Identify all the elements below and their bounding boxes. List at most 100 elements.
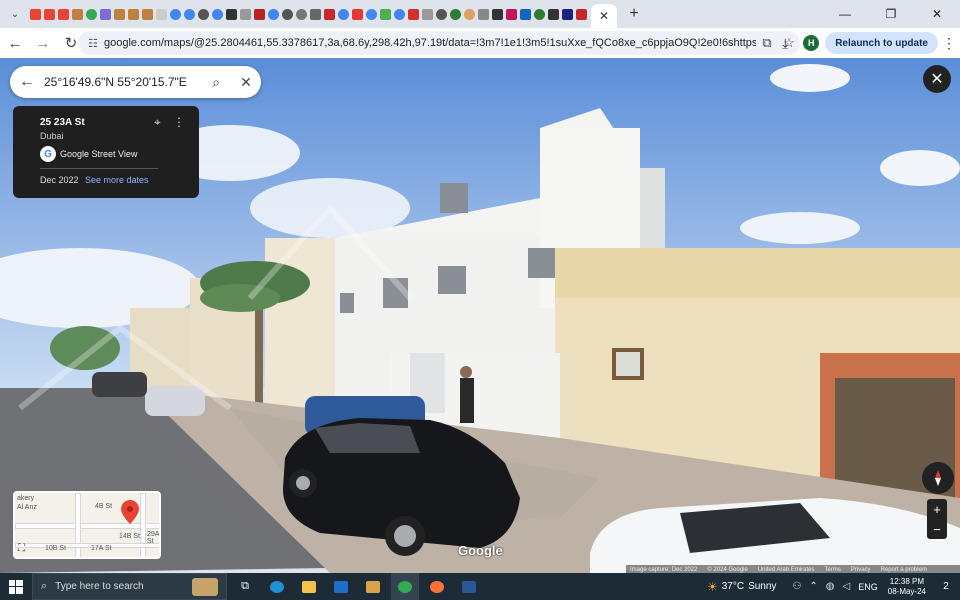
taskbar-search-placeholder[interactable]: Type here to search	[55, 581, 143, 592]
tab-close-icon[interactable]: ✕	[599, 9, 609, 23]
country-link[interactable]: United Arab Emirates	[758, 567, 815, 573]
google-tab-icon[interactable]	[394, 8, 405, 20]
see-more-dates-link[interactable]: See more dates	[85, 175, 149, 185]
media-player-icon[interactable]	[359, 573, 387, 600]
task-view-icon[interactable]: ⧉	[231, 573, 259, 600]
site-tab-icon[interactable]	[198, 8, 209, 20]
site-tab-icon[interactable]	[86, 8, 97, 20]
notification-count: 2	[943, 581, 949, 592]
privacy-link[interactable]: Privacy	[851, 567, 871, 573]
window-close-icon[interactable]: ✕	[914, 0, 960, 28]
people-icon[interactable]: ⚇	[792, 581, 801, 592]
site-settings-icon[interactable]: ☷	[82, 32, 104, 54]
file-explorer-icon[interactable]	[295, 573, 323, 600]
report-problem-link[interactable]: Report a problem	[881, 567, 927, 573]
clock[interactable]: 12:38 PM 08-May-24	[888, 577, 926, 597]
google-tab-icon[interactable]	[184, 8, 195, 20]
mail-icon[interactable]	[327, 573, 355, 600]
address-bar[interactable]: ☷ google.com/maps/@25.2804461,55.3378617…	[78, 31, 800, 55]
site-tab-icon[interactable]	[310, 8, 321, 20]
google-watermark: Google	[458, 543, 503, 558]
google-tab-icon[interactable]	[338, 8, 349, 20]
search-input[interactable]: 25°16'49.6"N 55°20'15.7"E	[44, 75, 201, 89]
weather-widget[interactable]: ☀ 37°C Sunny	[707, 580, 776, 594]
restore-icon[interactable]: ❐	[868, 0, 914, 28]
url-text[interactable]: google.com/maps/@25.2804461,55.3378617,3…	[104, 37, 756, 49]
google-tab-icon[interactable]	[268, 8, 279, 20]
forward-arrow-icon[interactable]: →	[30, 30, 56, 56]
site-tab-icon[interactable]	[534, 8, 545, 20]
word-icon[interactable]	[455, 573, 483, 600]
network-icon[interactable]: ◍	[826, 581, 835, 592]
site-tab-icon[interactable]	[422, 8, 433, 20]
zoom-out-icon[interactable]: −	[927, 519, 947, 539]
back-arrow-icon[interactable]: ←	[2, 30, 28, 56]
gmail-tab-icon[interactable]	[58, 8, 69, 20]
gmail-tab-icon[interactable]	[44, 8, 55, 20]
site-tab-icon[interactable]	[72, 8, 83, 20]
search-icon[interactable]: ⌕	[201, 66, 231, 98]
location-pin-icon[interactable]: ⌖	[154, 115, 168, 131]
site-tab-icon[interactable]	[520, 8, 531, 20]
edge-icon[interactable]	[263, 573, 291, 600]
terms-link[interactable]: Terms	[825, 567, 841, 573]
site-tab-icon[interactable]	[324, 8, 335, 20]
provider-label: Google Street View	[60, 149, 138, 159]
chrome-icon[interactable]	[391, 573, 419, 600]
back-arrow-icon[interactable]: ←	[10, 66, 44, 98]
site-tab-icon[interactable]	[380, 8, 391, 20]
site-tab-icon[interactable]	[114, 8, 125, 20]
site-tab-icon[interactable]	[506, 8, 517, 20]
site-tab-icon[interactable]	[226, 8, 237, 20]
site-tab-icon[interactable]	[296, 8, 307, 20]
clear-search-icon[interactable]: ✕	[231, 66, 261, 98]
site-tab-icon[interactable]	[478, 8, 489, 20]
zoom-in-icon[interactable]: +	[927, 499, 947, 519]
google-tab-icon[interactable]	[366, 8, 377, 20]
gmail-tab-icon[interactable]	[30, 8, 41, 20]
site-tab-icon[interactable]	[100, 8, 111, 20]
firefox-icon[interactable]	[423, 573, 451, 600]
google-tab-icon[interactable]	[170, 8, 181, 20]
site-tab-icon[interactable]	[562, 8, 573, 20]
taskbar-search-box[interactable]: ⌕ Type here to search	[32, 573, 227, 600]
more-options-icon[interactable]: ⋮	[173, 115, 185, 131]
volume-icon[interactable]: ◁	[843, 581, 851, 592]
notifications-icon[interactable]: 2	[936, 577, 956, 597]
relaunch-button[interactable]: Relaunch to update	[825, 32, 938, 54]
site-tab-icon[interactable]	[282, 8, 293, 20]
coordinates-search-box: ← 25°16'49.6"N 55°20'15.7"E ⌕ ✕	[10, 66, 261, 98]
site-tab-icon[interactable]	[492, 8, 503, 20]
site-tab-icon[interactable]	[576, 8, 587, 20]
site-tab-icon[interactable]	[254, 8, 265, 20]
site-tab-icon[interactable]	[436, 8, 447, 20]
site-tab-icon[interactable]	[240, 8, 251, 20]
minimap[interactable]: akery Al Anz 4B St 14B St 10B St 29A St …	[13, 491, 161, 559]
site-tab-icon[interactable]	[408, 8, 419, 20]
screen: ⌄ ✕ + — ❐ ✕ ← → ↻ ☷ google.com/maps/@25.…	[0, 0, 960, 600]
site-tab-icon[interactable]	[548, 8, 559, 20]
site-tab-icon[interactable]	[156, 8, 167, 20]
compass-icon[interactable]	[922, 462, 954, 494]
site-tab-icon[interactable]	[450, 8, 461, 20]
show-hidden-icons-icon[interactable]: ⌃	[809, 581, 817, 592]
download-icon[interactable]: ⤓	[773, 31, 797, 55]
site-tab-icon[interactable]	[142, 8, 153, 20]
expand-map-icon[interactable]: ⛶	[18, 543, 25, 554]
windows-logo-icon	[9, 579, 23, 594]
new-tab-button[interactable]: +	[623, 3, 645, 25]
compass-needle-icon	[935, 470, 941, 486]
tab-search-chevron-icon[interactable]: ⌄	[4, 3, 26, 25]
google-tab-icon[interactable]	[212, 8, 223, 20]
profile-avatar[interactable]: H	[803, 35, 820, 51]
map-road	[140, 493, 146, 557]
language-indicator[interactable]: ENG	[858, 582, 878, 592]
close-street-view-button[interactable]: ✕	[923, 65, 951, 93]
site-tab-icon[interactable]	[352, 8, 363, 20]
active-tab[interactable]: ✕	[591, 4, 617, 28]
minimize-icon[interactable]: —	[822, 0, 868, 28]
site-tab-icon[interactable]	[128, 8, 139, 20]
browser-menu-icon[interactable]: ⋮	[938, 32, 960, 54]
windows-start-icon[interactable]	[0, 573, 32, 600]
site-tab-icon[interactable]	[464, 8, 475, 20]
